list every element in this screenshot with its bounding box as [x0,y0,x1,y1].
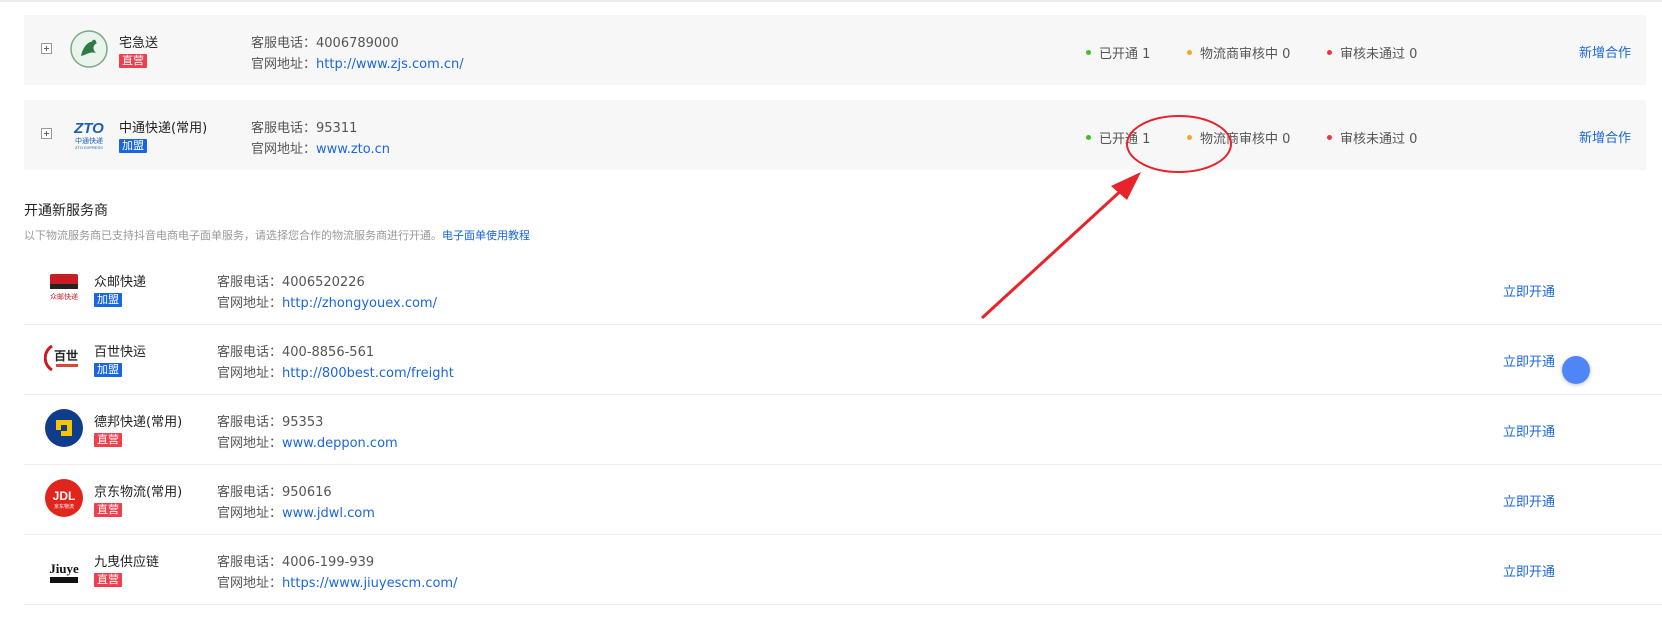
website: 官网地址：www.deppon.com [217,436,398,451]
status-reviewing: 物流商审核中 0 [1187,43,1290,62]
svg-text:京东物流: 京东物流 [54,503,74,510]
status-reviewing: 物流商审核中 0 [1187,128,1290,147]
provider-name: 众邮快递 [94,275,147,290]
orange-dot-icon [1187,135,1192,140]
provider-name: 中通快递(常用) [119,121,208,136]
open-now-button[interactable]: 立即开通 [1503,351,1555,370]
svg-text:JDL: JDL [53,489,76,503]
provider-name: 百世快运 [94,345,147,360]
svg-text:Jiuye: Jiuye [49,561,79,576]
svg-text:ZTO EXPRESS: ZTO EXPRESS [75,145,103,150]
open-now-button[interactable]: 立即开通 [1503,561,1555,580]
status-opened: 已开通 1 [1086,43,1150,62]
franchise-tag: 加盟 [94,362,122,377]
best-logo-icon: 百世 [44,344,78,372]
expand-icon[interactable] [41,43,52,54]
coop-card-zto: ZTO 中通快递 ZTO EXPRESS 中通快递(常用) 加盟 客服电话：95… [24,100,1646,170]
zhongyou-logo-icon: 众邮快递 [50,274,78,301]
top-divider [0,0,1662,2]
status-opened: 已开通 1 [1086,128,1150,147]
coop-card-zjs: 宅急送 直营 客服电话：4006789000 官网地址：http://www.z… [24,15,1646,85]
zjs-logo-icon [70,30,108,68]
service-phone: 客服电话：4006-199-939 [217,555,375,570]
service-phone: 客服电话：95311 [251,121,358,136]
add-cooperation-button[interactable]: 新增合作 [1579,127,1631,146]
website: 官网地址：http://zhongyouex.com/ [217,296,437,311]
svg-text:百世: 百世 [54,348,78,363]
open-now-button[interactable]: 立即开通 [1503,281,1555,300]
service-phone: 客服电话：950616 [217,485,332,500]
orange-dot-icon [1187,50,1192,55]
website: 官网地址：http://www.zjs.com.cn/ [251,57,464,72]
provider-row-jdl: JDL 京东物流 京东物流(常用) 直营 客服电话：950616 官网地址：ww… [24,464,1662,535]
add-cooperation-button[interactable]: 新增合作 [1579,42,1631,61]
expand-icon[interactable] [41,128,52,139]
floating-help-button[interactable] [1562,356,1590,384]
section-description: 以下物流服务商已支持抖音电商电子面单服务，请选择您合作的物流服务商进行开通。电子… [24,229,530,242]
svg-text:ZTO: ZTO [73,120,104,137]
website-link[interactable]: https://www.jiuyescm.com/ [282,576,457,591]
provider-row-jiuye: Jiuye 九曳供应链 直营 客服电话：4006-199-939 官网地址：ht… [24,534,1662,605]
provider-name: 京东物流(常用) [94,485,183,500]
deppon-logo-icon [45,409,83,447]
provider-name: 九曳供应链 [94,555,160,570]
svg-text:中通快递: 中通快递 [75,136,103,145]
service-phone: 客服电话：4006520226 [217,275,365,290]
status-rejected: 审核未通过 0 [1327,43,1417,62]
zto-logo-icon: ZTO 中通快递 ZTO EXPRESS [73,120,104,150]
green-dot-icon [1086,50,1091,55]
jiuye-logo-icon: Jiuye [49,561,79,583]
franchise-tag: 加盟 [94,292,122,307]
website: 官网地址：https://www.jiuyescm.com/ [217,576,458,591]
direct-tag: 直营 [94,432,122,447]
website-link[interactable]: http://zhongyouex.com/ [282,296,437,311]
provider-row-best: 百世 百世快运 加盟 客服电话：400-8856-561 官网地址：http:/… [24,324,1662,395]
provider-row-zhongyou: 众邮快递 众邮快递 加盟 客服电话：4006520226 官网地址：http:/… [24,254,1662,325]
section-title: 开通新服务商 [24,203,108,219]
website-link[interactable]: www.deppon.com [282,436,398,451]
service-phone: 客服电话：400-8856-561 [217,345,375,360]
open-now-button[interactable]: 立即开通 [1503,421,1555,440]
website: 官网地址：http://800best.com/freight [217,366,454,381]
open-now-button[interactable]: 立即开通 [1503,491,1555,510]
direct-tag: 直营 [119,53,147,68]
direct-tag: 直营 [94,502,122,517]
service-phone: 客服电话：95353 [217,415,324,430]
provider-name: 德邦快递(常用) [94,415,183,430]
service-phone: 客服电话：4006789000 [251,36,399,51]
direct-tag: 直营 [94,572,122,587]
red-dot-icon [1327,50,1332,55]
website-link[interactable]: http://www.zjs.com.cn/ [316,57,464,72]
website: 官网地址：www.jdwl.com [217,506,375,521]
website-link[interactable]: http://800best.com/freight [282,366,454,381]
svg-text:众邮快递: 众邮快递 [50,292,78,301]
website-link[interactable]: www.jdwl.com [282,506,375,521]
jdl-logo-icon: JDL 京东物流 [45,479,83,517]
website-link[interactable]: www.zto.cn [316,142,390,157]
provider-row-deppon: 德邦快递(常用) 直营 客服电话：95353 官网地址：www.deppon.c… [24,394,1662,465]
annotation-arrowhead-icon [1111,172,1141,200]
red-dot-icon [1327,135,1332,140]
website: 官网地址：www.zto.cn [251,142,391,157]
status-rejected: 审核未通过 0 [1327,128,1417,147]
green-dot-icon [1086,135,1091,140]
franchise-tag: 加盟 [119,138,147,153]
provider-name: 宅急送 [119,36,159,51]
tutorial-link[interactable]: 电子面单使用教程 [442,229,530,242]
